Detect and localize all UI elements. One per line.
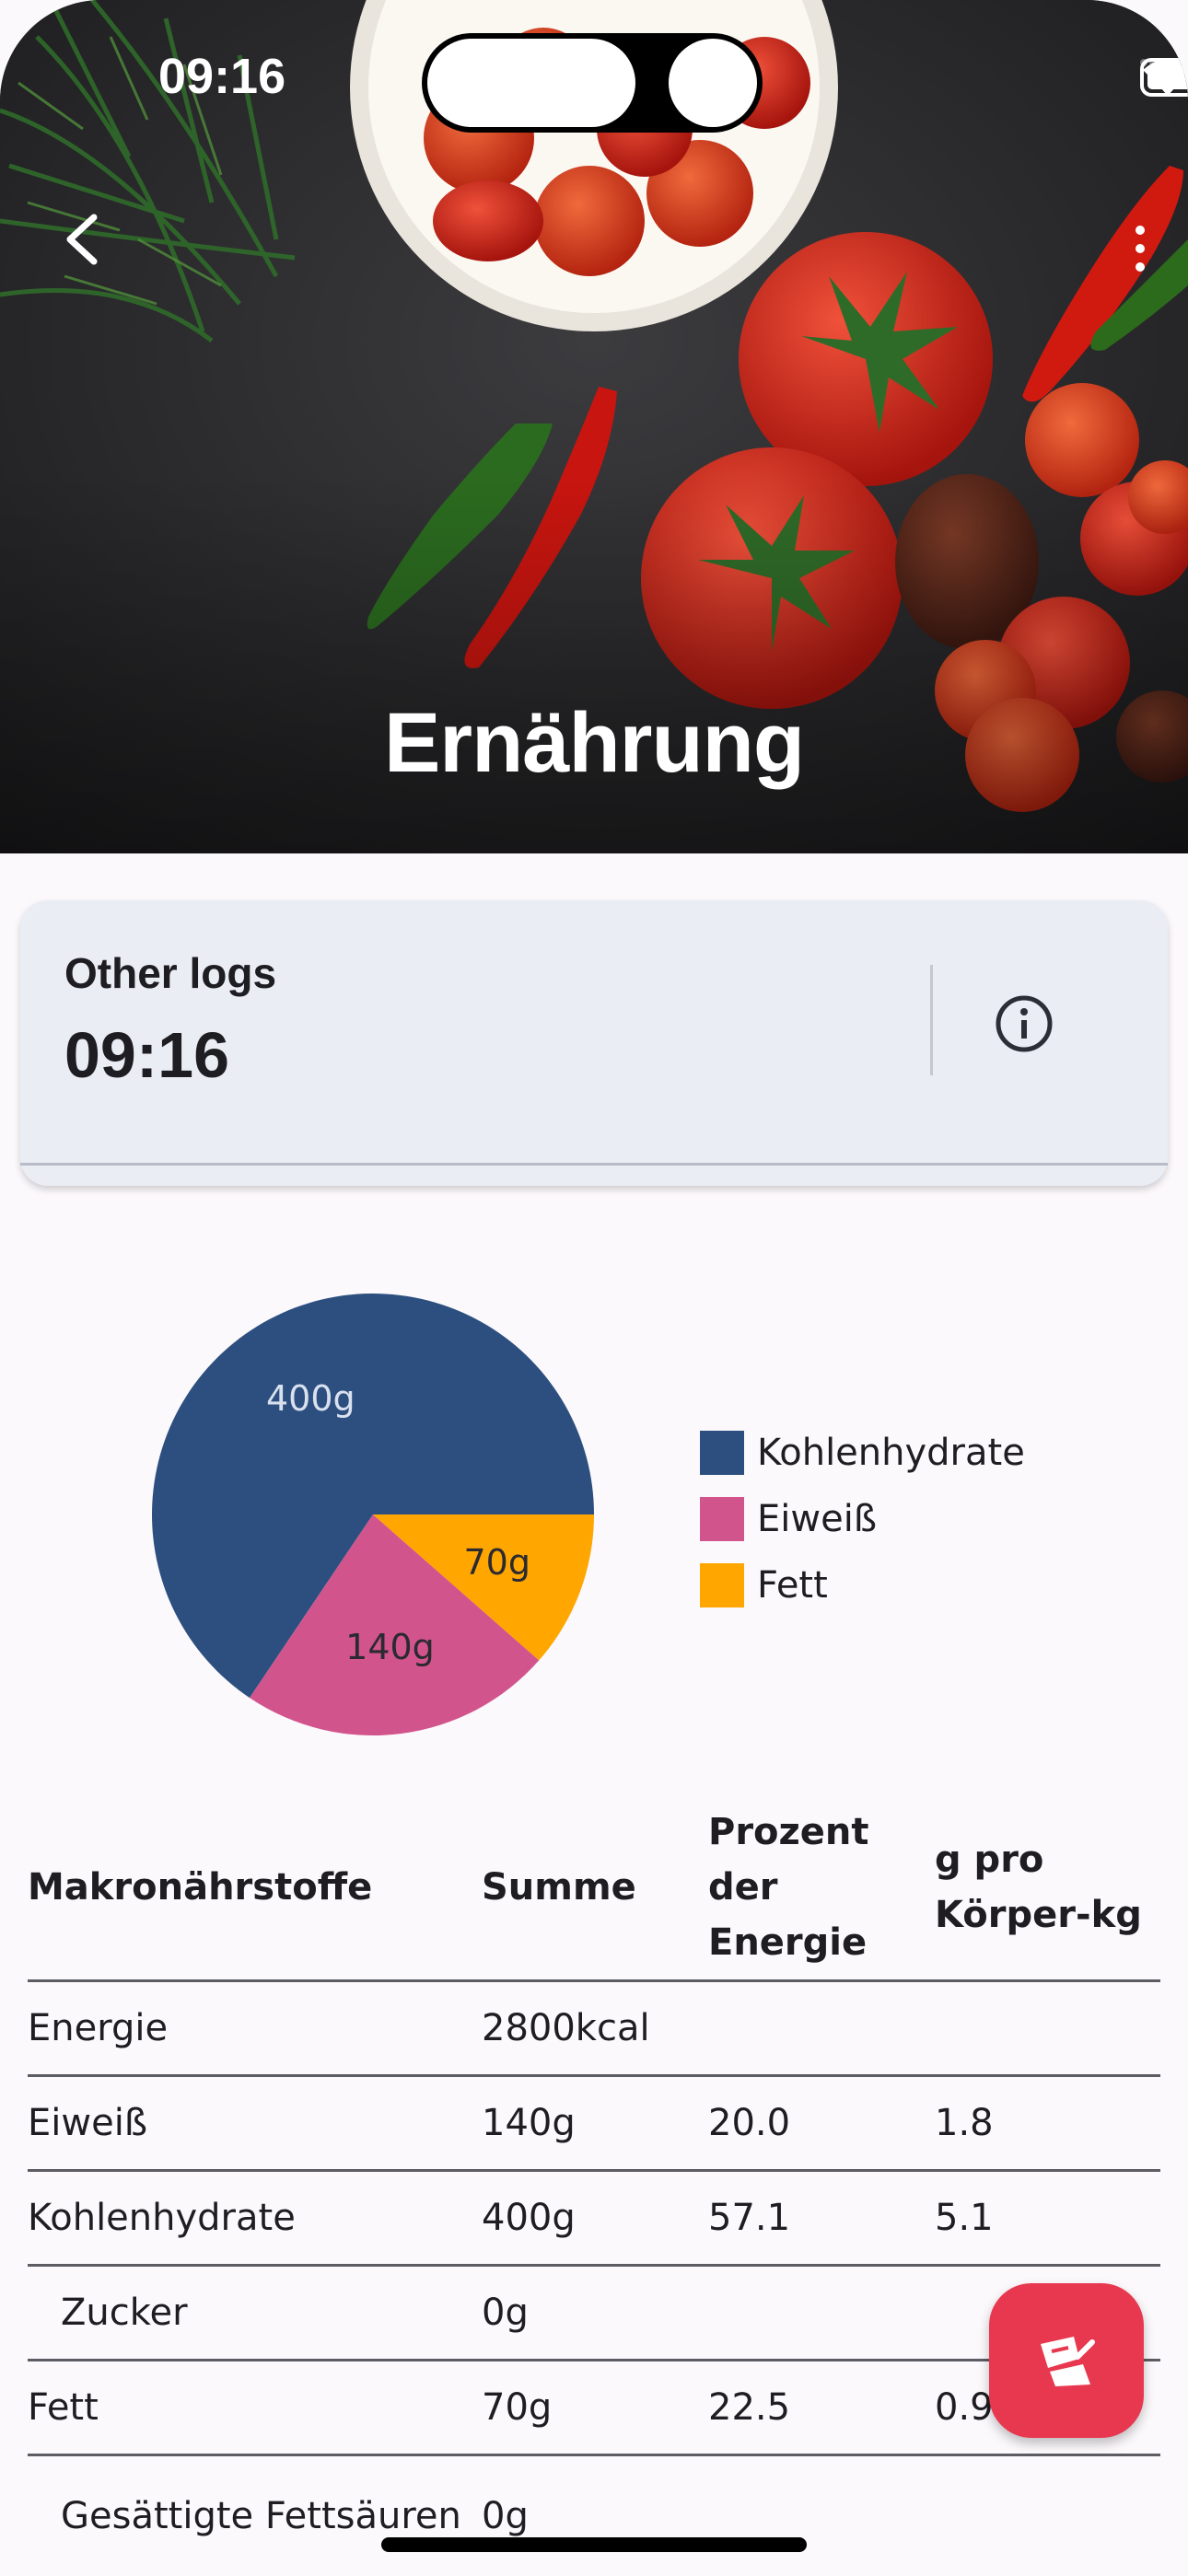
add-log-fab[interactable] — [989, 2283, 1144, 2438]
back-button[interactable] — [50, 203, 123, 276]
cell-per-kg — [935, 1981, 1160, 2076]
chart-legend: Kohlenhydrate Eiweiß Fett — [700, 1420, 1025, 1619]
cell-name: Zucker — [28, 2266, 482, 2361]
pie-label: 140g — [345, 1627, 435, 1667]
legend-swatch — [700, 1563, 744, 1607]
more-vert-icon — [1122, 221, 1159, 276]
cell-per-kg — [935, 2455, 1160, 2576]
more-options-button[interactable] — [1122, 221, 1159, 276]
dynamic-island — [422, 33, 763, 133]
macro-pie-chart: 400g 140g 70g — [147, 1289, 599, 1740]
log-card-subtitle: Other logs — [64, 948, 276, 998]
log-card-time: 09:16 — [64, 1018, 229, 1092]
chevron-left-icon — [50, 203, 123, 276]
home-indicator — [381, 2537, 807, 2552]
cell-sum: 2800kcal — [482, 1981, 708, 2076]
legend-item: Eiweiß — [700, 1486, 1025, 1552]
column-header: g pro Körper-kg — [935, 1804, 1160, 1981]
battery-icon — [1140, 57, 1188, 98]
log-card[interactable]: Other logs 09:16 — [20, 900, 1168, 1186]
column-header: Summe — [482, 1804, 708, 1981]
cell-name: Fett — [28, 2361, 482, 2455]
legend-swatch — [700, 1431, 744, 1475]
legend-swatch — [700, 1497, 744, 1541]
status-time: 09:16 — [158, 48, 285, 105]
header-image: 09:16 Ernährung — [0, 0, 1188, 853]
card-divider — [930, 965, 933, 1075]
cell-name: Energie — [28, 1981, 482, 2076]
cell-name: Gesättigte Fettsäuren — [28, 2455, 482, 2576]
column-header: Prozent der Energie — [708, 1804, 935, 1981]
info-button[interactable] — [993, 992, 1055, 1055]
cell-percent: 22.5 — [708, 2361, 935, 2455]
pie-label: 70g — [464, 1542, 530, 1583]
island-dot — [669, 39, 757, 127]
legend-item: Kohlenhydrate — [700, 1420, 1025, 1486]
cell-sum: 0g — [482, 2455, 708, 2576]
cell-percent: 20.0 — [708, 2076, 935, 2171]
cell-name: Kohlenhydrate — [28, 2171, 482, 2266]
legend-item: Fett — [700, 1552, 1025, 1619]
table-row: Gesättigte Fettsäuren 0g — [28, 2455, 1160, 2576]
cell-percent — [708, 1981, 935, 2076]
cell-per-kg: 5.1 — [935, 2171, 1160, 2266]
cell-percent — [708, 2455, 935, 2576]
table-row: Eiweiß 140g 20.0 1.8 — [28, 2076, 1160, 2171]
info-icon — [993, 992, 1055, 1055]
nutrition-table: Makronährstoffe Summe Prozent der Energi… — [28, 1804, 1160, 2576]
cell-name: Eiweiß — [28, 2076, 482, 2171]
legend-label: Kohlenhydrate — [757, 1432, 1025, 1474]
table-header-row: Makronährstoffe Summe Prozent der Energi… — [28, 1804, 1160, 1981]
cell-per-kg: 1.8 — [935, 2076, 1160, 2171]
island-pill — [427, 39, 635, 127]
cell-percent — [708, 2266, 935, 2361]
column-header: Makronährstoffe — [28, 1804, 482, 1981]
table-row: Energie 2800kcal — [28, 1981, 1160, 2076]
cell-sum: 400g — [482, 2171, 708, 2266]
page-title: Ernährung — [0, 695, 1188, 792]
legend-label: Fett — [757, 1564, 828, 1607]
legend-label: Eiweiß — [757, 1498, 877, 1540]
cell-sum: 70g — [482, 2361, 708, 2455]
pie-label: 400g — [266, 1378, 355, 1419]
card-bottom-line — [20, 1163, 1168, 1166]
food-log-icon — [1037, 2331, 1096, 2390]
cell-sum: 140g — [482, 2076, 708, 2171]
cell-sum: 0g — [482, 2266, 708, 2361]
cell-percent: 57.1 — [708, 2171, 935, 2266]
table-row: Kohlenhydrate 400g 57.1 5.1 — [28, 2171, 1160, 2266]
